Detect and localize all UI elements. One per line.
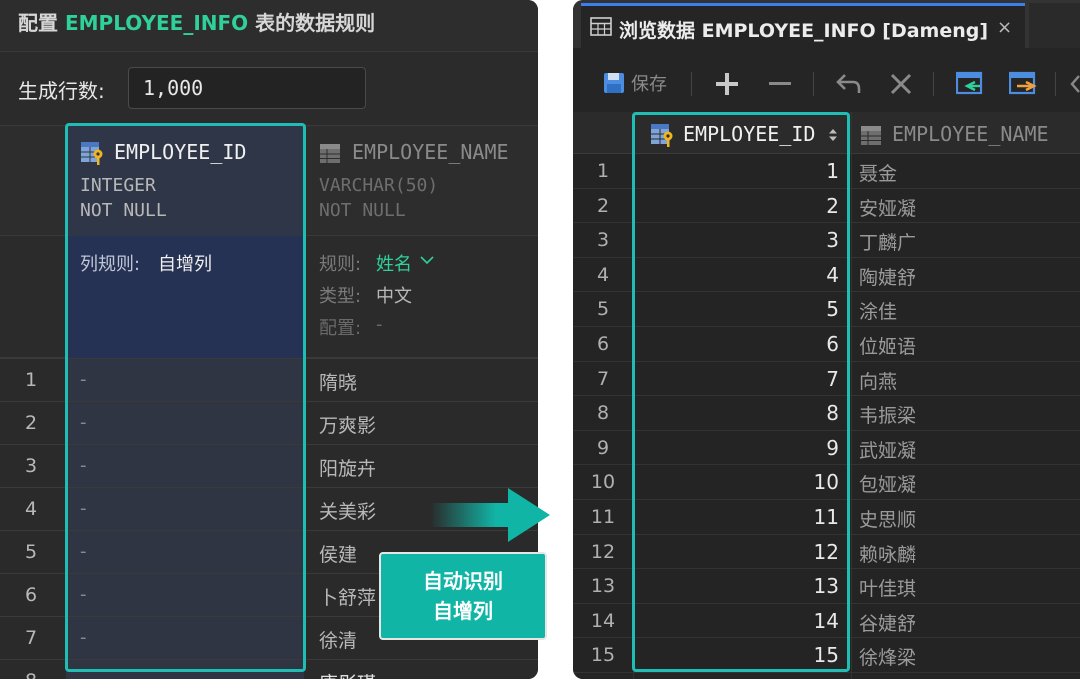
row-number: 2 <box>596 194 610 217</box>
separator <box>813 72 814 96</box>
name-cell[interactable]: 丁麟广 <box>859 228 916 255</box>
table-name: EMPLOYEE_INFO <box>64 11 249 35</box>
row-number: 5 <box>24 541 38 563</box>
row-number: 13 <box>590 575 616 598</box>
name-cell[interactable]: 包娅凝 <box>859 470 916 497</box>
toolbar: 保存 <box>573 58 1080 110</box>
callout-line2: 自增列 <box>433 599 493 623</box>
data-grid: EMPLOYEE_ID EMPLOYEE_NAME 1 1 聂金 2 2 安娅凝 33丁… <box>573 112 1080 679</box>
name-cell[interactable]: 陶婕舒 <box>859 263 916 290</box>
table-icon <box>590 17 612 36</box>
row-number: 7 <box>596 367 610 390</box>
row-number: 8 <box>596 402 610 425</box>
col2-constraint: NOT NULL <box>319 200 406 221</box>
name-cell[interactable]: 位姬语 <box>859 332 916 359</box>
name-cell: 侯建 <box>319 544 358 566</box>
name-cell[interactable]: 徐烽梁 <box>859 643 916 670</box>
add-row-icon[interactable] <box>715 72 739 96</box>
row-number: 9 <box>596 436 610 459</box>
tab-next[interactable] <box>1029 3 1080 48</box>
col2-rule-value[interactable]: 姓名 <box>376 250 412 276</box>
row-number: 15 <box>590 644 616 667</box>
row-number: 8 <box>0 670 62 679</box>
row-number: 3 <box>24 455 38 477</box>
cancel-icon[interactable] <box>889 72 913 96</box>
separator <box>1055 72 1056 96</box>
row-number: 12 <box>590 540 616 563</box>
name-cell[interactable]: 向燕 <box>859 367 897 394</box>
table-column-icon <box>861 126 881 145</box>
col2-kind-value: 中文 <box>376 286 412 307</box>
export-icon[interactable] <box>1009 70 1037 96</box>
name-cell: 卜舒萍 <box>319 587 377 609</box>
name-cell[interactable]: 史思顺 <box>859 505 916 532</box>
arrow-right-icon <box>430 488 550 542</box>
undo-icon[interactable] <box>835 71 861 95</box>
auto-detect-callout: 自动识别 自增列 <box>379 552 547 640</box>
close-icon[interactable]: × <box>997 17 1012 38</box>
name-cell[interactable]: 聂金 <box>859 159 897 186</box>
row-number: 4 <box>596 263 610 286</box>
row-number: 5 <box>596 298 610 321</box>
chevron-down-icon[interactable] <box>420 255 434 265</box>
row-number: 11 <box>590 506 616 528</box>
name-cell: 隋晓 <box>319 372 358 394</box>
row-number: 6 <box>24 584 38 606</box>
row-number: 14 <box>590 609 616 632</box>
row-number: 6 <box>596 333 610 355</box>
col2-type: VARCHAR(50) <box>319 175 439 196</box>
tab-browse-data[interactable]: 浏览数据 EMPLOYEE_INFO [Dameng] × <box>581 3 1025 48</box>
row-number: 3 <box>596 229 610 252</box>
callout-line1: 自动识别 <box>423 569 503 593</box>
row-number: 10 <box>590 471 616 494</box>
col2-config-value: - <box>376 314 383 335</box>
row-count-input[interactable]: 1,000 <box>128 67 366 109</box>
name-cell[interactable]: 涂佳 <box>859 297 897 324</box>
table-column-icon <box>320 144 340 163</box>
highlight-box <box>632 112 850 672</box>
row-number: 2 <box>24 412 38 434</box>
separator <box>691 72 692 96</box>
name-cell[interactable]: 赖咏麟 <box>859 540 916 567</box>
browse-data-panel: 浏览数据 EMPLOYEE_INFO [Dameng] × 保存 EMPLOYE… <box>573 0 1080 679</box>
save-icon <box>604 73 624 93</box>
save-label: 保存 <box>631 74 667 95</box>
tab-label: 浏览数据 EMPLOYEE_INFO [Dameng] <box>619 20 989 42</box>
name-cell[interactable]: 安娅凝 <box>859 194 916 221</box>
col2-kind-label: 类型: <box>319 286 362 307</box>
back-icon[interactable] <box>1069 74 1080 94</box>
name-cell[interactable]: 韦振梁 <box>859 401 916 428</box>
row-number: 4 <box>24 498 38 520</box>
col2-config-label: 配置: <box>319 318 362 339</box>
name-cell[interactable]: 叶佳琪 <box>859 574 916 601</box>
row-number: 1 <box>24 369 38 391</box>
row-number: 7 <box>24 627 38 649</box>
remove-row-icon[interactable] <box>768 72 792 96</box>
name-cell[interactable]: 谷婕舒 <box>859 609 916 636</box>
col2-header[interactable]: EMPLOYEE_NAME <box>892 122 1049 146</box>
col2-name[interactable]: EMPLOYEE_NAME <box>352 140 509 164</box>
title-suffix: 表的数据规则 <box>248 11 376 35</box>
highlight-box <box>65 123 306 672</box>
tab-bar: 浏览数据 EMPLOYEE_INFO [Dameng] × <box>573 0 1080 48</box>
name-cell: 万爽影 <box>319 415 377 437</box>
title-prefix: 配置 <box>18 11 65 35</box>
name-cell: 阳旋卉 <box>319 458 377 480</box>
panel-title: 配置 EMPLOYEE_INFO 表的数据规则 <box>0 0 538 52</box>
name-cell: 唐彤瑾 <box>319 669 376 679</box>
import-icon[interactable] <box>956 70 984 96</box>
save-button[interactable]: 保存 <box>603 66 667 100</box>
name-cell: 关美彩 <box>319 501 377 523</box>
col2-rule-label: 规则: <box>319 254 362 275</box>
name-cell[interactable]: 武娅凝 <box>859 436 916 463</box>
row-count-label: 生成行数: <box>18 79 105 103</box>
separator <box>933 72 934 96</box>
name-cell: 徐清 <box>319 630 358 652</box>
row-number: 1 <box>596 160 610 182</box>
row-count-bar: 生成行数: 1,000 <box>0 53 538 125</box>
